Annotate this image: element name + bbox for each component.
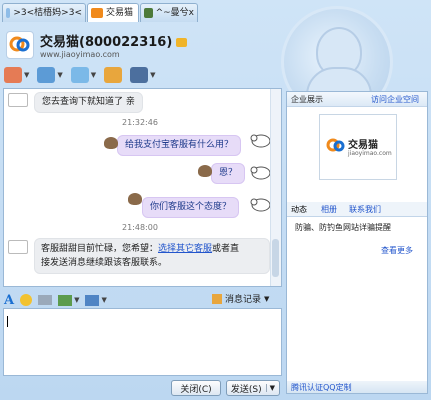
scrollbar-thumb[interactable] xyxy=(272,239,279,277)
contact-title: 交易猫(800022316) xyxy=(40,31,188,50)
message-bubble-sent: 恩？ xyxy=(211,163,246,184)
tab-album[interactable]: 相册 xyxy=(321,204,337,215)
chevron-down-icon[interactable]: ▼ xyxy=(265,384,275,392)
chat-scrollbar[interactable] xyxy=(270,89,281,286)
message-text: 客服甜甜目前忙碌，您希望： xyxy=(41,244,159,254)
logo-url: jiaoyimao.com xyxy=(348,150,392,157)
enterprise-panel: 企业展示 访问企业空间 交易猫 jiaoyimao.com 动态 相册 联系我们… xyxy=(286,91,428,394)
chevron-down-icon[interactable]: ▼ xyxy=(150,71,155,79)
chevron-down-icon: ▼ xyxy=(264,294,270,303)
chat-history[interactable]: 您去查询下就知道了 亲 21:32:46 给我支付宝客服有什么用？ 恩？ 你们客… xyxy=(3,88,282,287)
contact-name: 交易猫(800022316) xyxy=(40,35,173,50)
message-text: 接发送消息继续跟该客服联系。 xyxy=(41,258,168,268)
message-record-label: 消息记录 xyxy=(225,295,262,305)
chat-icon xyxy=(6,8,11,18)
tab-label: >3<桔梧妈>3< xyxy=(13,7,82,18)
avatar-icon xyxy=(144,8,153,18)
logo-icon xyxy=(91,8,103,18)
timestamp: 21:48:00 xyxy=(122,223,158,232)
sticker-icon xyxy=(198,165,212,177)
logo-text: 交易猫 xyxy=(348,140,378,151)
chevron-down-icon[interactable]: ▼ xyxy=(57,71,62,79)
contact-url: www.jiaoyimao.com xyxy=(40,50,120,59)
tab-contact[interactable]: 联系我们 xyxy=(349,204,381,215)
panel-title: 企业展示 xyxy=(291,95,323,104)
message-bubble: 您去查询下就知道了 亲 xyxy=(34,92,143,113)
file-transfer-icon[interactable] xyxy=(70,67,89,83)
tab-chat-1[interactable]: >3<桔梧妈>3< xyxy=(2,3,86,22)
agent-icon[interactable] xyxy=(130,67,149,83)
close-label: 关闭(C) xyxy=(180,384,212,395)
input-toolbar: A ▼ ▼ xyxy=(4,293,107,308)
message-input[interactable] xyxy=(3,308,282,376)
tab-chat-3[interactable]: ^~曼兮x xyxy=(140,3,198,22)
choose-other-agent-link[interactable]: 选择其它客服 xyxy=(158,244,212,254)
logo-icon xyxy=(9,36,30,52)
logo-icon xyxy=(326,138,345,152)
sticker-icon xyxy=(128,193,142,205)
message-record-button[interactable]: 消息记录 ▼ xyxy=(212,292,269,305)
visit-space-link[interactable]: 访问企业空间 xyxy=(371,94,419,105)
chevron-down-icon[interactable]: ▼ xyxy=(74,296,79,304)
tab-chat-active[interactable]: 交易猫 xyxy=(87,3,139,22)
vibrate-icon[interactable] xyxy=(38,295,53,305)
send-label: 发送(S) xyxy=(230,384,262,395)
tab-label: 交易猫 xyxy=(106,7,134,18)
timestamp: 21:32:46 xyxy=(122,118,158,127)
tab-label: ^~曼兮x xyxy=(155,7,194,18)
chevron-down-icon[interactable]: ▼ xyxy=(24,71,29,79)
chevron-down-icon[interactable]: ▼ xyxy=(91,71,96,79)
sheep-avatar-icon xyxy=(250,166,271,180)
close-button[interactable]: 关闭(C) xyxy=(171,380,221,396)
sheep-avatar-icon xyxy=(250,198,271,212)
message-bubble-sent: 给我支付宝客服有什么用？ xyxy=(117,135,242,156)
sticker-icon xyxy=(104,137,118,149)
message-bubble-sent: 你们客服这个态度？ xyxy=(142,197,240,218)
system-message: 客服甜甜目前忙碌，您希望：选择其它客服或者直 接发送消息继续跟该客服联系。 xyxy=(34,238,270,274)
see-more-link[interactable]: 查看更多 xyxy=(381,245,413,256)
contact-avatar[interactable] xyxy=(6,31,34,59)
emoji-icon[interactable] xyxy=(20,294,33,306)
share-screen-icon[interactable] xyxy=(37,67,56,83)
home-icon[interactable] xyxy=(104,67,123,83)
sheep-avatar-icon xyxy=(250,134,271,148)
panel-header: 企业展示 访问企业空间 xyxy=(287,92,427,107)
contact-avatar-small xyxy=(8,240,28,254)
message-text: 或者直 xyxy=(212,244,240,254)
qq-certification-link[interactable]: 腾讯认证QQ定制 xyxy=(291,382,352,393)
video-call-icon[interactable] xyxy=(4,67,22,83)
tab-news[interactable]: 动态 xyxy=(291,204,307,215)
panel-tabs: 动态 相册 联系我们 xyxy=(287,202,427,217)
crown-icon xyxy=(176,38,188,47)
news-item[interactable]: 防骗、防钓鱼网站详骗提醒 xyxy=(295,222,391,233)
chat-toolbar: ▼ ▼ ▼ ▼ xyxy=(4,65,156,85)
enterprise-logo[interactable]: 交易猫 jiaoyimao.com xyxy=(319,114,397,180)
chevron-down-icon[interactable]: ▼ xyxy=(101,296,106,304)
font-icon[interactable]: A xyxy=(4,293,14,308)
panel-footer: 腾讯认证QQ定制 xyxy=(287,381,427,393)
contact-avatar-small xyxy=(8,93,28,107)
send-button[interactable]: 发送(S) ▼ xyxy=(226,380,280,396)
history-icon xyxy=(212,293,222,304)
text-caret xyxy=(7,316,8,327)
image-icon[interactable] xyxy=(58,294,73,306)
screenshot-icon[interactable] xyxy=(85,294,100,306)
